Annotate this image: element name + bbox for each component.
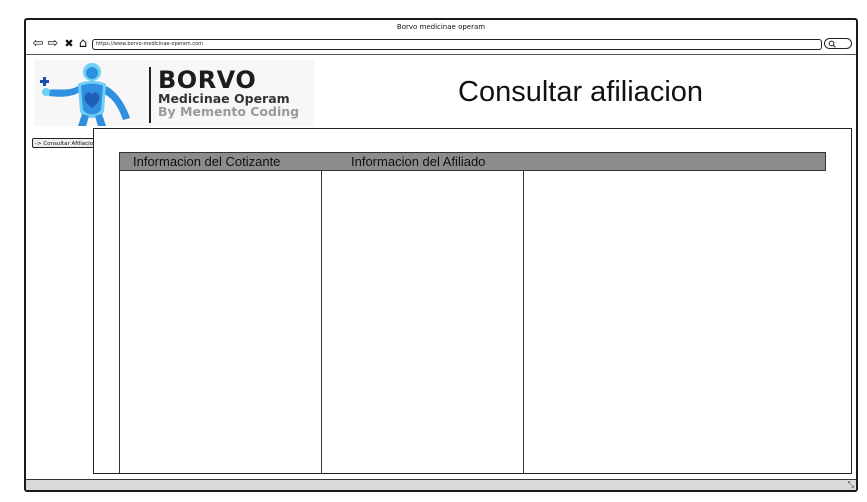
search-button[interactable] (824, 38, 852, 49)
forward-arrow-icon[interactable]: ⇨ (45, 34, 61, 54)
search-icon (828, 40, 836, 48)
back-arrow-icon[interactable]: ⇦ (30, 34, 46, 54)
page-title: Consultar afiliacion (458, 76, 704, 108)
table-column-divider (119, 171, 120, 473)
column-header-afiliado: Informacion del Afiliado (351, 154, 486, 169)
borvo-logo: BORVO Medicinae Operam By Memento Coding (34, 60, 314, 126)
home-icon[interactable]: ⌂ (75, 34, 91, 54)
table-column-divider (321, 171, 322, 473)
logo-title: BORVO (158, 66, 257, 94)
logo-separator (149, 67, 151, 123)
table-column-divider (523, 171, 524, 473)
window-title: Borvo medicinae operam (396, 23, 486, 31)
browser-window: Borvo medicinae operam ⇦ ⇨ ✖ ⌂ https://w… (24, 18, 858, 492)
logo-byline: By Memento Coding (158, 104, 300, 119)
content-panel: Informacion del Cotizante Informacion de… (93, 128, 852, 474)
table-header: Informacion del Cotizante Informacion de… (119, 152, 826, 171)
toolbar-divider (26, 54, 856, 55)
medical-figure-logo-icon (40, 63, 130, 126)
column-header-cotizante: Informacion del Cotizante (133, 154, 281, 169)
resize-handle-icon[interactable]: ⤡ (848, 480, 854, 490)
url-text: https://www.borvo-medicinae-operam.com (96, 41, 203, 47)
address-bar[interactable]: https://www.borvo-medicinae-operam.com (92, 39, 822, 50)
browser-toolbar: ⇦ ⇨ ✖ ⌂ https://www.borvo-medicinae-oper… (26, 34, 856, 54)
status-bar: ⤡ (26, 479, 856, 490)
sidebar-item-consultar-afiliacion[interactable]: -> Consultar Afiliacion (32, 138, 95, 148)
